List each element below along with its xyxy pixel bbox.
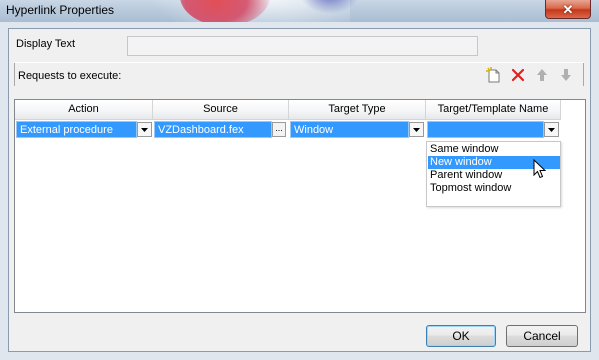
target-type-dropdown-button[interactable] (409, 122, 424, 137)
window-title: Hyperlink Properties (6, 3, 115, 17)
column-header-source[interactable]: Source (153, 100, 289, 120)
action-cell[interactable]: External procedure (16, 121, 137, 138)
target-type-cell[interactable]: Window (290, 121, 409, 138)
cancel-button[interactable]: Cancel (506, 325, 578, 347)
ok-button[interactable]: OK (426, 325, 496, 347)
chevron-down-icon (548, 127, 555, 132)
column-header-action[interactable]: Action (15, 100, 153, 120)
browse-source-button[interactable]: ... (272, 122, 286, 137)
chevron-down-icon (141, 127, 148, 132)
delete-request-icon[interactable] (510, 67, 526, 83)
target-name-dropdown-button[interactable] (544, 122, 559, 137)
source-cell[interactable]: VZDashboard.fex (154, 121, 272, 138)
title-bar[interactable]: Hyperlink Properties ✕ (0, 0, 599, 22)
column-header-target-name[interactable]: Target/Template Name (426, 100, 561, 120)
display-text-label: Display Text (16, 38, 76, 50)
move-down-icon[interactable] (558, 67, 574, 83)
target-name-cell[interactable] (427, 121, 544, 138)
dropdown-option-topmost-window[interactable]: Topmost window (428, 182, 560, 195)
requests-label: Requests to execute: (18, 70, 122, 82)
mouse-cursor-icon (533, 158, 547, 182)
chevron-down-icon (413, 127, 420, 132)
action-dropdown-button[interactable] (137, 122, 152, 137)
close-icon: ✕ (562, 1, 574, 17)
close-button[interactable]: ✕ (545, 0, 591, 19)
display-text-input[interactable] (127, 36, 478, 56)
column-header-target-type[interactable]: Target Type (289, 100, 426, 120)
new-request-icon[interactable] (486, 67, 502, 83)
dropdown-option-same-window[interactable]: Same window (428, 143, 560, 156)
move-up-icon[interactable] (534, 67, 550, 83)
